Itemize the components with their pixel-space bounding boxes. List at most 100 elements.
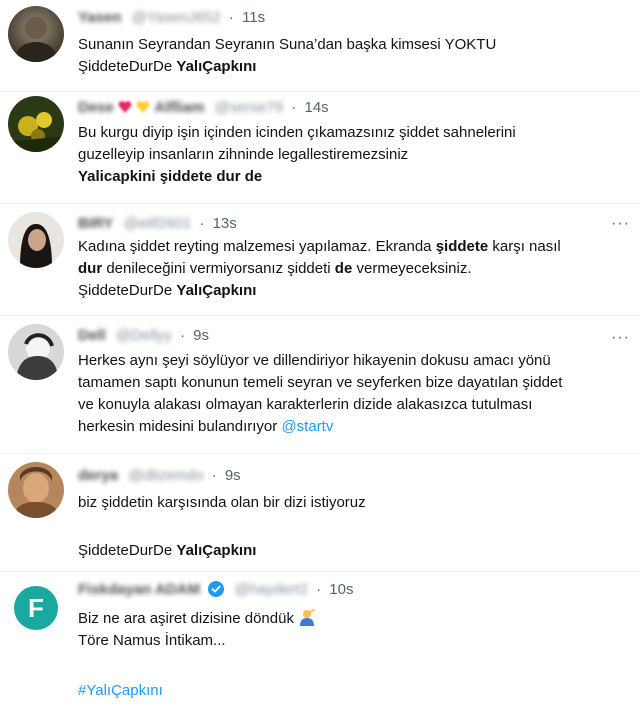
text-span: vermeyeceksiniz. <box>352 260 472 277</box>
tweet-line <box>78 514 626 536</box>
timestamp[interactable]: 10s <box>329 581 353 598</box>
more-icon[interactable]: ··· <box>611 216 630 232</box>
text-span: biz şiddetin karşısında olan bir dizi is… <box>78 494 366 511</box>
text-span: karşı nasıl <box>488 238 561 255</box>
tweet-1[interactable]: Yasen @YasenJ652 · 11s Sunanın Seyrandan… <box>0 0 640 92</box>
hashtag-bold[interactable]: YalıÇapkını <box>176 542 256 559</box>
tweet-line: Biz ne ara aşiret dizisine döndük <box>78 608 626 630</box>
tweet-line: Herkes aynı şeyi söylüyor ve dillendiriy… <box>78 350 626 372</box>
tweet-4[interactable]: Dell @Dellyy · 9s ··· Herkes aynı şeyi s… <box>0 316 640 454</box>
author-handle[interactable]: @serse79 <box>215 96 284 120</box>
text-span: guzelleyip insanların zihninde legallest… <box>78 146 409 163</box>
tweet-line <box>78 652 626 674</box>
timestamp[interactable]: 13s <box>213 215 237 232</box>
text-span: ŞiddeteDurDe <box>78 58 177 75</box>
author-handle[interactable]: @elif2601 <box>123 212 191 236</box>
tweet-line: herkesin midesini bulandırıyor @startv <box>78 416 626 438</box>
tweet-line: #YalıÇapkını <box>78 680 626 702</box>
text-span: herkesin midesini bulandırıyor <box>78 418 282 435</box>
text-span: denileceğini vermiyorsanız şiddeti <box>102 260 335 277</box>
tweet-header: derya @dlizemdo · 9s <box>78 464 620 488</box>
tweet-line: guzelleyip insanların zihninde legallest… <box>78 144 626 166</box>
tweet-line: Töre Namus İntikam... <box>78 630 626 652</box>
tweet-text: Bu kurgu diyip işin içinden icinden çıka… <box>78 122 626 188</box>
hashtag-link[interactable]: #YalıÇapkını <box>78 682 163 699</box>
separator-dot: · <box>316 581 322 598</box>
tweet-line: Yalicapkini şiddete dur de <box>78 166 626 188</box>
tweet-text: Sunanın Seyrandan Seyranın Suna’dan başk… <box>78 34 626 78</box>
author-handle[interactable]: @Dellyy <box>116 324 172 348</box>
author-name[interactable]: Fiskdayan ADAM <box>78 578 200 602</box>
mention-link[interactable]: @startv <box>281 418 333 435</box>
tweet-text: Biz ne ara aşiret dizisine döndük Töre N… <box>78 608 626 702</box>
author-name[interactable]: Dese <box>78 96 114 120</box>
text-span: tamamen saptı konunun temeli seyran ve s… <box>78 374 563 391</box>
text-span: ŞiddeteDurDe <box>78 282 177 299</box>
avatar[interactable] <box>8 462 64 518</box>
tweet-line: ŞiddeteDurDe YalıÇapkını <box>78 540 626 562</box>
separator-dot: · <box>291 99 297 116</box>
tweet-feed: Yasen @YasenJ652 · 11s Sunanın Seyrandan… <box>0 0 640 711</box>
avatar[interactable] <box>8 212 64 268</box>
author-handle[interactable]: @dlizemdo <box>128 464 203 488</box>
text-span: Herkes aynı şeyi söylüyor ve dillendiriy… <box>78 352 551 369</box>
author-name[interactable]: Dell <box>78 324 106 348</box>
timestamp[interactable]: 14s <box>305 99 329 116</box>
avatar[interactable] <box>8 6 64 62</box>
more-icon[interactable]: ··· <box>611 330 630 346</box>
author-handle[interactable]: @haydert2 <box>234 578 308 602</box>
bold-span: şiddete <box>435 238 489 255</box>
text-span: ŞiddeteDurDe <box>78 542 177 559</box>
author-name-suffix[interactable]: Alfliam <box>154 96 204 120</box>
author-handle[interactable]: @YasenJ652 <box>132 6 221 30</box>
hashtag-bold[interactable]: YalıÇapkını <box>176 282 256 299</box>
tweet-line: tamamen saptı konunun temeli seyran ve s… <box>78 372 626 394</box>
author-name[interactable]: BIRY <box>78 212 113 236</box>
avatar[interactable]: F <box>8 580 64 636</box>
text-span: Kadına şiddet reyting malzemesi yapılama… <box>78 238 436 255</box>
tweet-text: Kadına şiddet reyting malzemesi yapılama… <box>78 236 626 302</box>
text-span: ve konuyla alakası olmayan karakterlerin… <box>78 396 533 413</box>
timestamp[interactable]: 11s <box>242 9 265 26</box>
tweet-2[interactable]: Dese Alfliam @serse79 · 14s Bu kurgu diy… <box>0 92 640 204</box>
separator-dot: · <box>199 215 205 232</box>
text-span: Sunanın Seyrandan Seyranın Suna’dan başk… <box>78 36 497 53</box>
author-name[interactable]: derya <box>78 464 118 488</box>
tweet-header: Yasen @YasenJ652 · 11s <box>78 6 620 30</box>
tweet-header: Dell @Dellyy · 9s <box>78 324 620 348</box>
tweet-3[interactable]: BIRY @elif2601 · 13s ··· Kadına şiddet r… <box>0 204 640 316</box>
tweet-line: Bu kurgu diyip işin içinden icinden çıka… <box>78 122 626 144</box>
tweet-text: Herkes aynı şeyi söylüyor ve dillendiriy… <box>78 350 626 438</box>
tweet-header: Fiskdayan ADAM @haydert2 · 10s <box>78 578 620 602</box>
tweet-line: Sunanın Seyrandan Seyranın Suna’dan başk… <box>78 34 626 56</box>
svg-text:F: F <box>28 593 44 623</box>
tweet-header: BIRY @elif2601 · 13s <box>78 212 620 236</box>
hashtag-bold[interactable]: Yalicapkini şiddete dur de <box>78 168 262 185</box>
tweet-line: ve konuyla alakası olmayan karakterlerin… <box>78 394 626 416</box>
bold-span: de <box>334 260 353 277</box>
timestamp[interactable]: 9s <box>193 327 209 344</box>
tweet-5[interactable]: derya @dlizemdo · 9s biz şiddetin karşıs… <box>0 454 640 572</box>
timestamp[interactable]: 9s <box>225 467 241 484</box>
red-heart-icon <box>118 101 132 113</box>
text-span: Bu kurgu diyip işin içinden icinden çıka… <box>78 124 516 141</box>
tweet-line: ŞiddeteDurDe YalıÇapkını <box>78 56 626 78</box>
separator-dot: · <box>179 327 185 344</box>
tweet-header: Dese Alfliam @serse79 · 14s <box>78 96 620 120</box>
avatar[interactable] <box>8 324 64 380</box>
separator-dot: · <box>228 9 234 26</box>
separator-dot: · <box>211 467 217 484</box>
tweet-text: biz şiddetin karşısında olan bir dizi is… <box>78 492 626 562</box>
verified-badge-icon <box>208 581 225 597</box>
author-name[interactable]: Yasen <box>78 6 121 30</box>
yellow-heart-icon <box>136 101 150 113</box>
hashtag-bold[interactable]: YalıÇapkını <box>176 58 256 75</box>
person-emoji-icon <box>300 609 316 626</box>
tweet-6[interactable]: F Fiskdayan ADAM @haydert2 · 10s Biz ne … <box>0 572 640 711</box>
text-span: Biz ne ara aşiret dizisine döndük <box>78 610 299 627</box>
tweet-line: biz şiddetin karşısında olan bir dizi is… <box>78 492 626 514</box>
tweet-line: ŞiddeteDurDe YalıÇapkını <box>78 280 626 302</box>
tweet-line: Kadına şiddet reyting malzemesi yapılama… <box>78 236 626 258</box>
bold-span: dur <box>78 260 103 277</box>
avatar[interactable] <box>8 96 64 152</box>
